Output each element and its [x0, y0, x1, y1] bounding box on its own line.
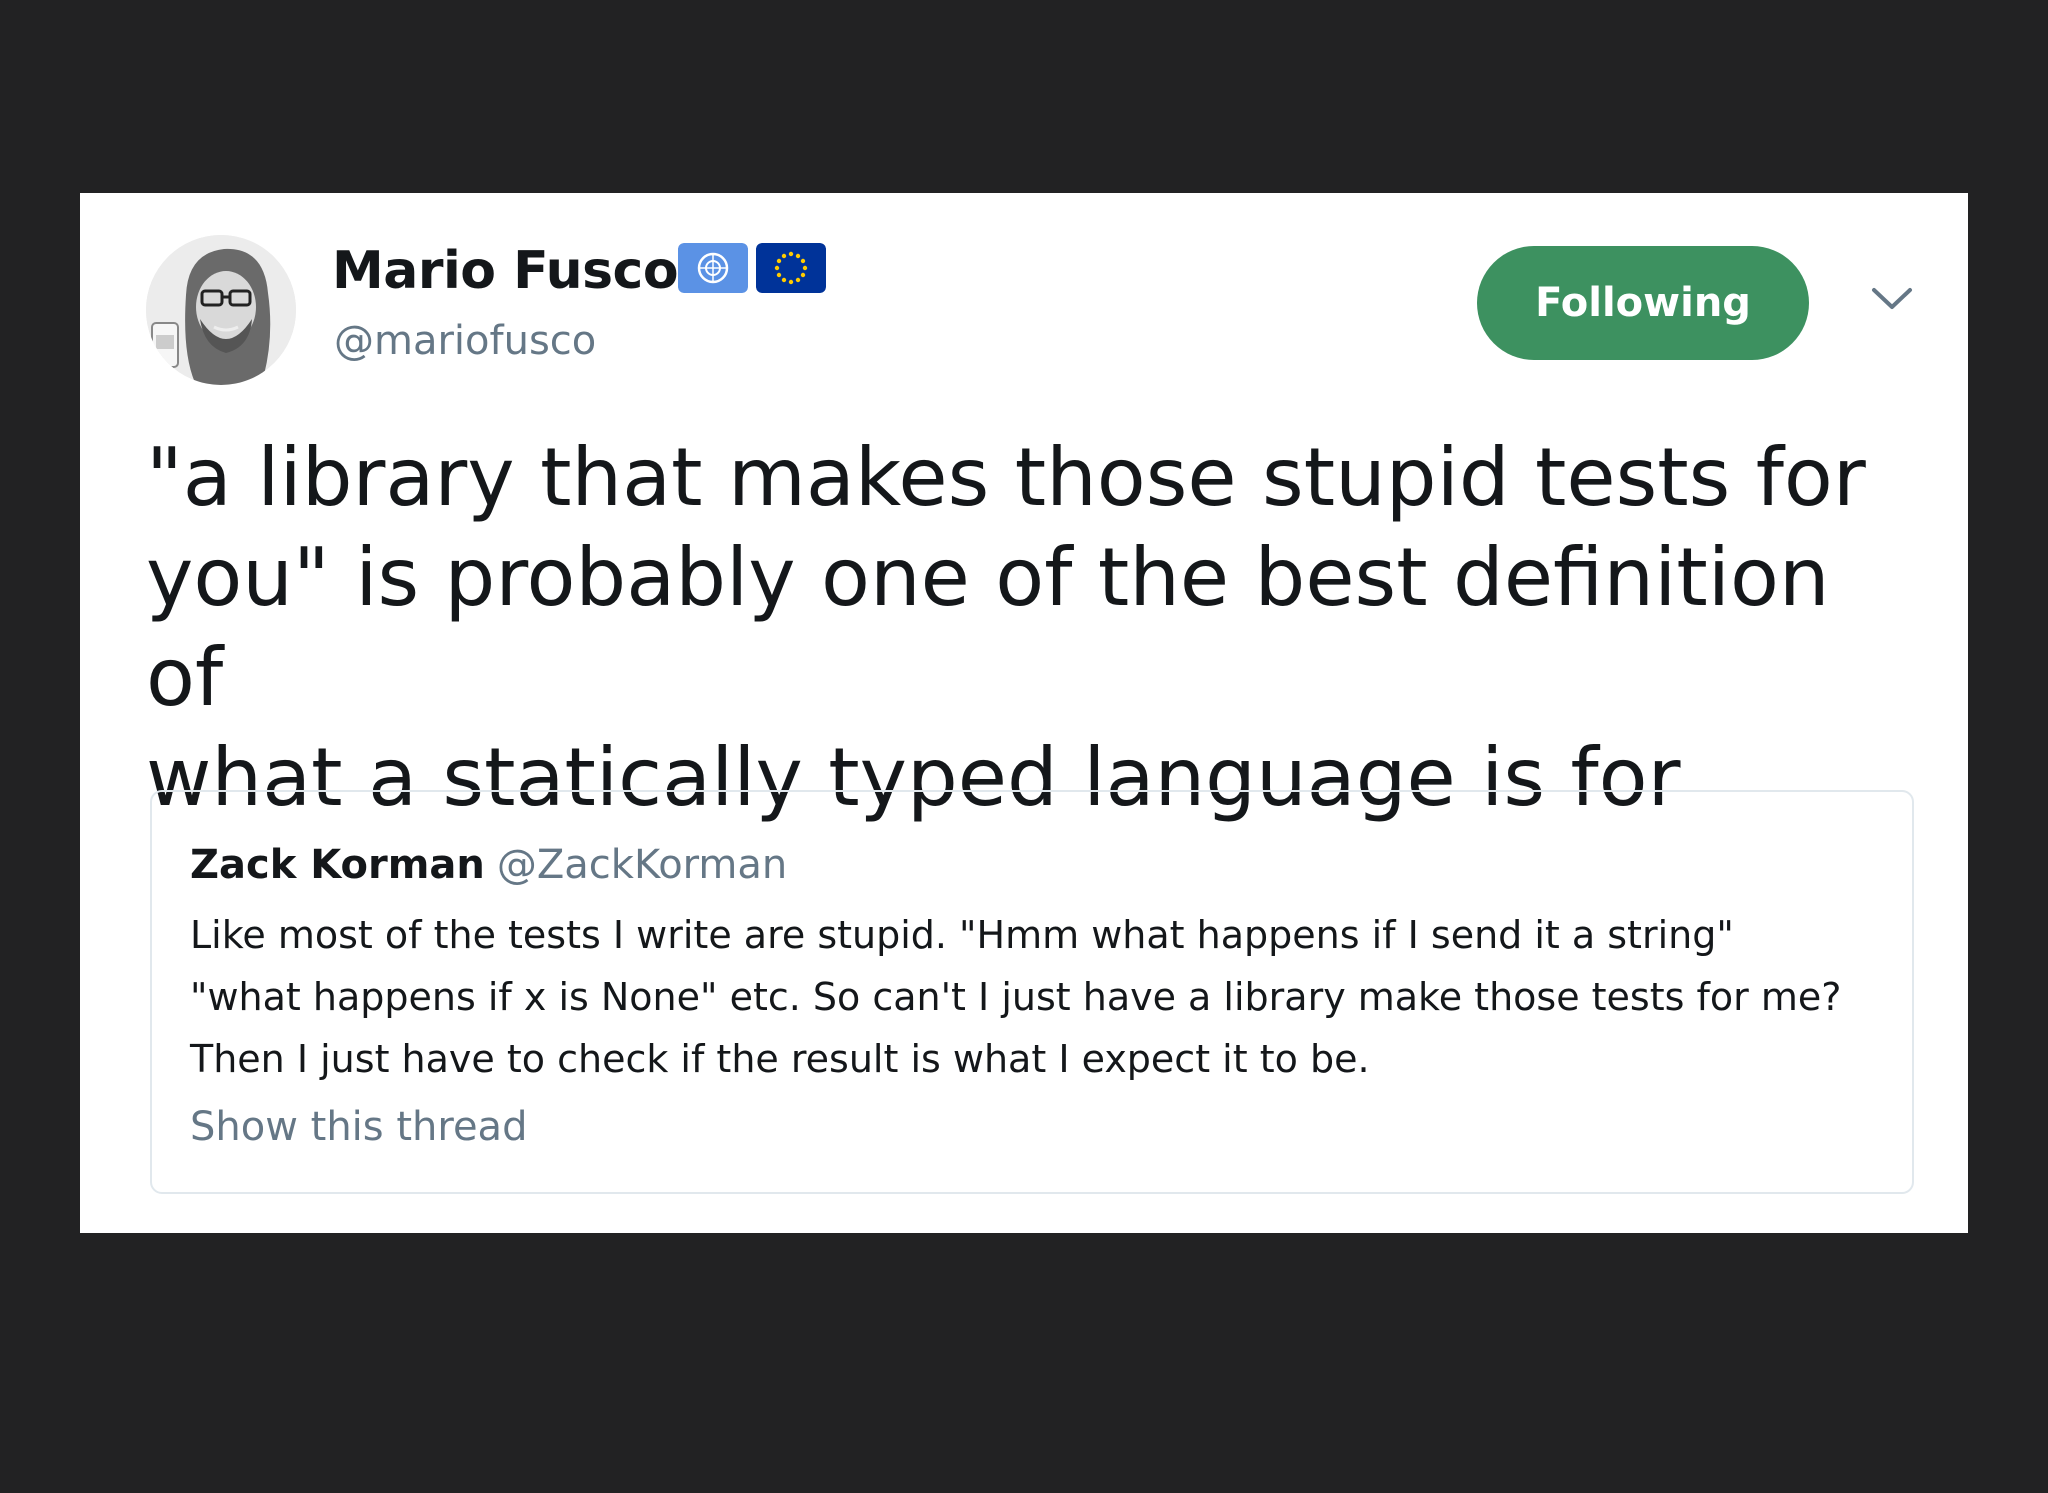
quoted-author-handle: @ZackKorman: [496, 842, 788, 888]
quoted-author-name: Zack Korman: [190, 842, 485, 888]
author-avatar[interactable]: [146, 235, 296, 385]
quoted-tweet-header: Zack Korman @ZackKorman: [190, 842, 787, 888]
following-button[interactable]: Following: [1477, 246, 1809, 360]
tweet-text: "a library that makes those stupid tests…: [146, 431, 1866, 824]
un-flag-icon: [678, 243, 748, 293]
quoted-tweet[interactable]: Zack Korman @ZackKorman Like most of the …: [150, 790, 1914, 1194]
quoted-tweet-text: Like most of the tests I write are stupi…: [190, 913, 1842, 1081]
avatar-caricature-icon: [146, 235, 296, 385]
author-handle[interactable]: @mariofusco: [334, 318, 596, 364]
chevron-down-icon[interactable]: [1870, 285, 1914, 313]
author-display-name[interactable]: Mario Fusco: [332, 241, 679, 301]
show-thread-link[interactable]: Show this thread: [190, 1104, 527, 1150]
tweet-card: Mario Fusco @mariofusco Following "a lib…: [80, 193, 1968, 1233]
author-badges: [678, 243, 826, 293]
eu-flag-icon: [756, 243, 826, 293]
